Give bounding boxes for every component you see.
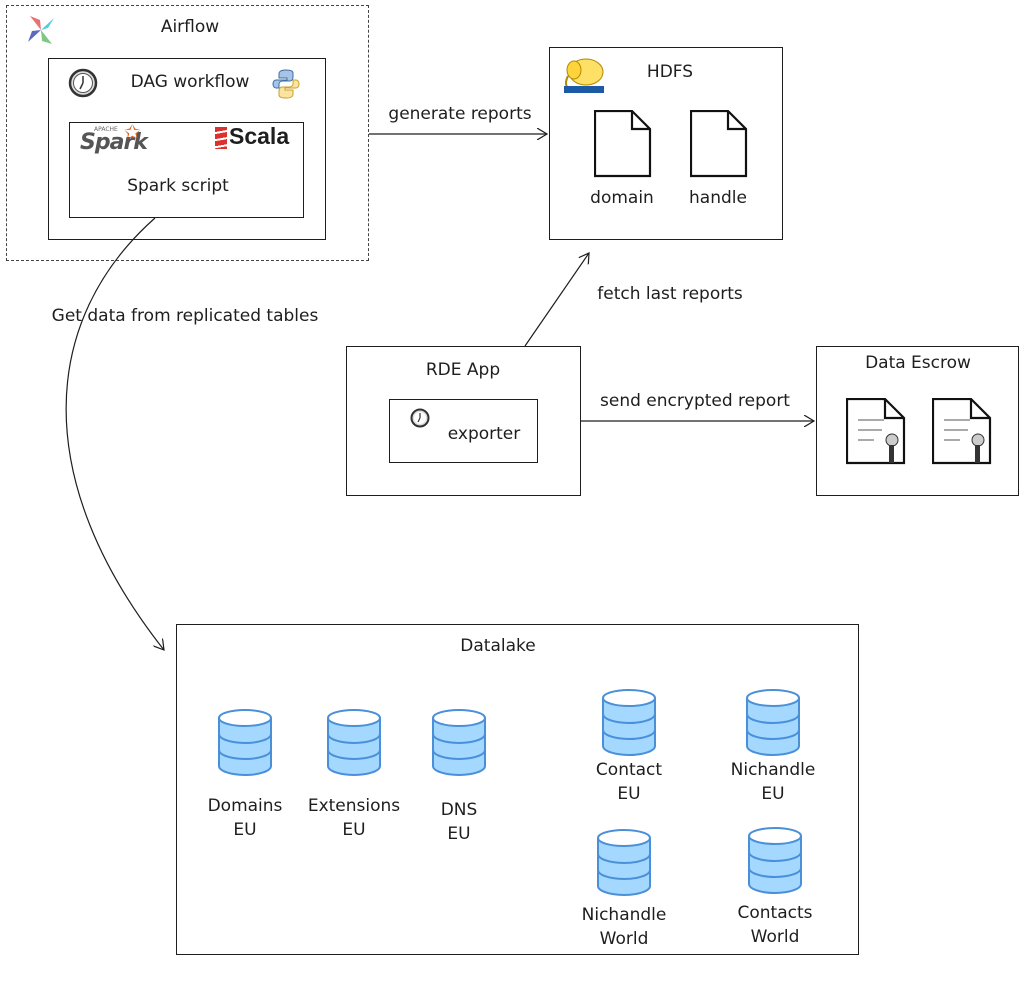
hadoop-elephant-icon bbox=[564, 58, 604, 93]
scala-logo: Scala bbox=[215, 123, 300, 154]
rde-app-title: RDE App bbox=[425, 360, 501, 380]
certificate-document-icon bbox=[846, 398, 906, 465]
architecture-diagram: Airflow DAG workflow APACHE Spark ✩ Scal… bbox=[0, 0, 1024, 983]
file-label-handle: handle bbox=[689, 188, 747, 208]
database-label: EU bbox=[617, 784, 641, 804]
database-icon bbox=[327, 709, 381, 776]
file-icon bbox=[594, 110, 652, 178]
exporter-label: exporter bbox=[447, 424, 521, 444]
send-encrypted-report-label: send encrypted report bbox=[600, 391, 790, 411]
datalake-title: Datalake bbox=[460, 636, 536, 656]
database-icon bbox=[748, 827, 802, 894]
file-icon bbox=[690, 110, 748, 178]
airflow-pinwheel-icon bbox=[28, 16, 54, 44]
scala-wordmark: Scala bbox=[229, 123, 290, 149]
arrow-get-data bbox=[65, 217, 164, 650]
scala-stairs-icon bbox=[215, 127, 227, 149]
database-label: Domains bbox=[207, 796, 283, 816]
hdfs-title: HDFS bbox=[646, 62, 694, 82]
database-label: Contacts bbox=[737, 903, 813, 923]
spark-star-icon: ✩ bbox=[124, 120, 141, 144]
data-escrow-title: Data Escrow bbox=[865, 353, 971, 373]
certificate-document-icon bbox=[932, 398, 992, 465]
database-icon bbox=[432, 709, 486, 776]
database-label: EU bbox=[342, 820, 366, 840]
database-label: DNS bbox=[440, 800, 478, 820]
database-label: World bbox=[750, 927, 800, 947]
database-icon bbox=[597, 829, 651, 896]
dag-title: DAG workflow bbox=[130, 72, 250, 92]
database-label: EU bbox=[447, 824, 471, 844]
file-label-domain: domain bbox=[590, 188, 654, 208]
database-label: Contact bbox=[595, 760, 663, 780]
database-label: World bbox=[599, 929, 649, 949]
database-label: EU bbox=[233, 820, 257, 840]
spark-script-label: Spark script bbox=[127, 176, 229, 196]
database-label: EU bbox=[761, 784, 785, 804]
clock-icon bbox=[410, 408, 430, 428]
fetch-last-reports-label: fetch last reports bbox=[597, 284, 743, 304]
apache-spark-logo: APACHE Spark ✩ bbox=[80, 120, 150, 158]
database-icon bbox=[218, 709, 272, 776]
database-label: Nichandle bbox=[581, 905, 667, 925]
database-icon bbox=[602, 689, 656, 756]
generate-reports-label: generate reports bbox=[388, 104, 532, 124]
get-data-label: Get data from replicated tables bbox=[51, 306, 319, 326]
database-label: Extensions bbox=[307, 796, 401, 816]
database-icon bbox=[746, 689, 800, 756]
arrow-fetch-last-reports bbox=[524, 253, 589, 347]
database-label: Nichandle bbox=[730, 760, 816, 780]
clock-icon bbox=[68, 68, 98, 98]
python-icon bbox=[272, 69, 300, 99]
airflow-title: Airflow bbox=[160, 17, 220, 37]
